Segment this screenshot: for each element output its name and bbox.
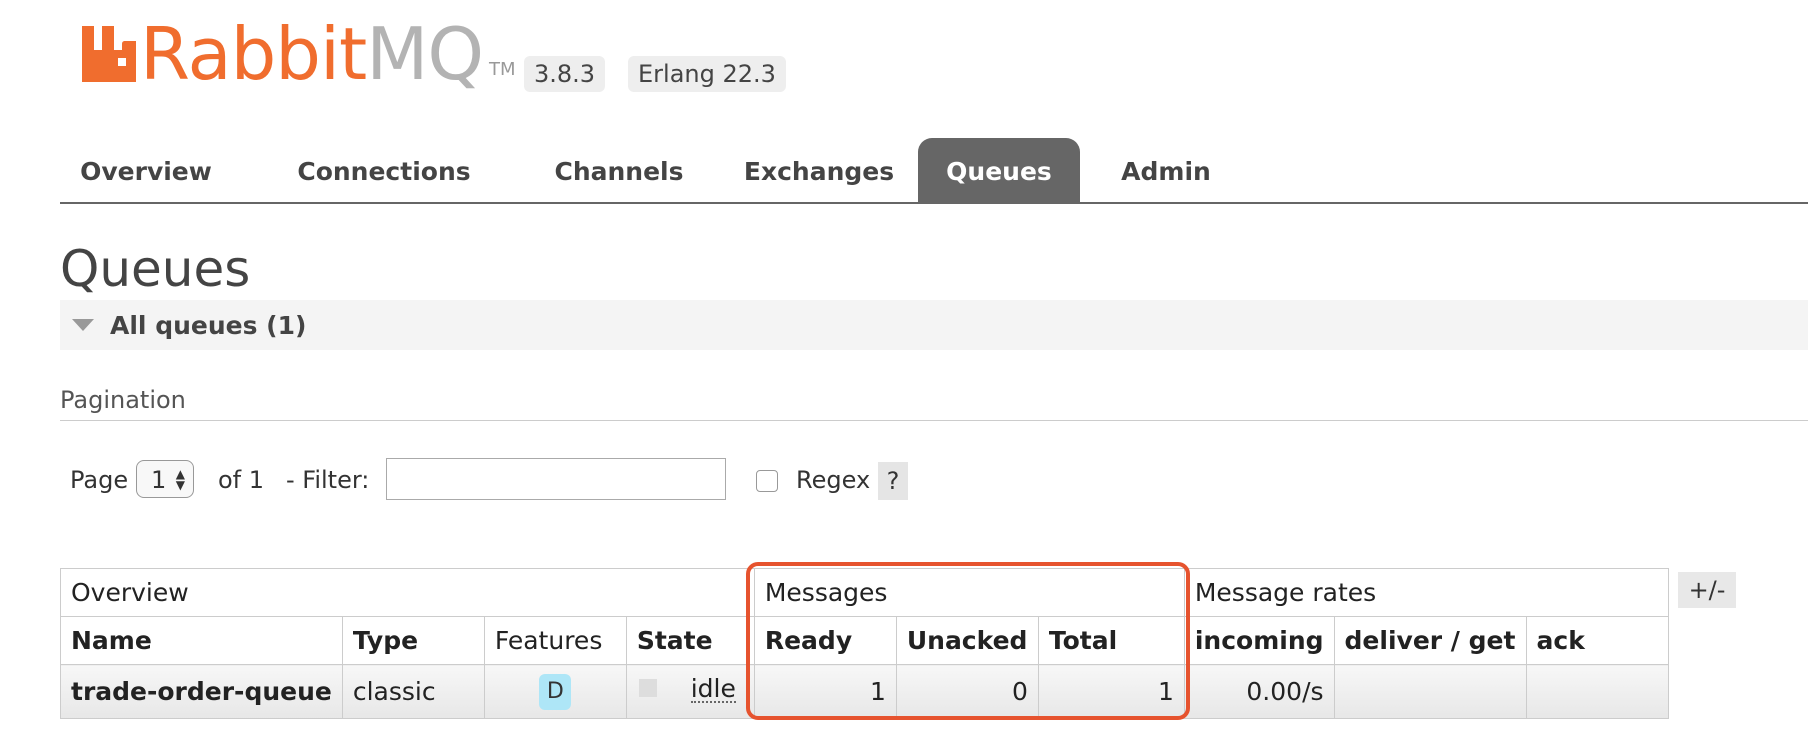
page-title: Queues: [60, 240, 251, 298]
col-ready[interactable]: Ready: [753, 616, 897, 665]
group-overview: Overview: [60, 568, 755, 617]
messages-ready: 1: [753, 664, 897, 719]
state-indicator-icon: [638, 679, 657, 697]
pagination-divider: [60, 420, 1808, 421]
rate-deliver-get: [1333, 664, 1527, 719]
tab-overview[interactable]: Overview: [60, 138, 232, 202]
col-name[interactable]: Name: [60, 616, 343, 665]
logo-trademark: TM: [489, 59, 516, 80]
queue-state-label: idle: [690, 674, 736, 703]
version-badge: 3.8.3: [524, 56, 606, 92]
rabbitmq-logo: Rabbit MQ TM: [82, 12, 516, 96]
main-nav: Overview Connections Channels Exchanges …: [60, 138, 1808, 204]
col-deliver-get[interactable]: deliver / get: [1333, 616, 1527, 665]
help-button[interactable]: ?: [878, 462, 908, 500]
col-state[interactable]: State: [625, 616, 755, 665]
queue-name-link[interactable]: trade-order-queue: [60, 664, 343, 719]
table-group-header: Overview Messages Message rates: [60, 568, 1669, 617]
table-column-header: Name Type Features State Ready Unacked T…: [60, 616, 1669, 665]
toggle-columns-button[interactable]: +/-: [1678, 572, 1736, 608]
tab-channels[interactable]: Channels: [524, 138, 714, 202]
col-features: Features: [483, 616, 627, 665]
group-messages: Messages: [753, 568, 1185, 617]
collapse-triangle-icon[interactable]: [72, 319, 94, 331]
erlang-version-badge: Erlang 22.3: [628, 56, 786, 92]
section-title: All queues (1): [110, 310, 307, 340]
select-arrows-icon: ▲ ▼: [175, 467, 185, 492]
filter-input[interactable]: [386, 458, 726, 500]
regex-checkbox[interactable]: [756, 470, 778, 492]
page-count: of 1: [218, 466, 265, 494]
queue-state: idle: [625, 664, 755, 719]
messages-total: 1: [1037, 664, 1185, 719]
filter-label: - Filter:: [286, 466, 370, 494]
durable-feature-badge: D: [539, 673, 572, 710]
col-ack[interactable]: ack: [1525, 616, 1669, 665]
page-select[interactable]: 1 ▲ ▼: [136, 460, 194, 498]
rate-incoming: 0.00/s: [1183, 664, 1335, 719]
queues-table: Overview Messages Message rates Name Typ…: [60, 568, 1669, 719]
logo-text-primary: Rabbit: [140, 12, 367, 96]
group-message-rates: Message rates: [1183, 568, 1669, 617]
col-unacked[interactable]: Unacked: [895, 616, 1039, 665]
tab-queues[interactable]: Queues: [918, 138, 1080, 202]
col-incoming[interactable]: incoming: [1183, 616, 1335, 665]
queue-features: D: [483, 664, 627, 719]
tab-connections[interactable]: Connections: [286, 138, 482, 202]
col-type[interactable]: Type: [341, 616, 485, 665]
tab-exchanges[interactable]: Exchanges: [724, 138, 914, 202]
rate-ack: [1525, 664, 1669, 719]
regex-label: Regex: [796, 466, 871, 494]
tab-admin[interactable]: Admin: [1100, 138, 1232, 202]
col-total[interactable]: Total: [1037, 616, 1185, 665]
rabbitmq-logo-icon: [82, 26, 136, 82]
queue-type: classic: [341, 664, 485, 719]
all-queues-section-header[interactable]: All queues (1): [60, 300, 1808, 350]
table-row[interactable]: trade-order-queue classic D idle 1 0 1 0…: [60, 664, 1669, 719]
page-label: Page: [70, 466, 129, 494]
page-select-value: 1: [151, 466, 167, 494]
messages-unacked: 0: [895, 664, 1039, 719]
pagination-label: Pagination: [60, 386, 186, 414]
logo-text-secondary: MQ: [366, 12, 484, 96]
